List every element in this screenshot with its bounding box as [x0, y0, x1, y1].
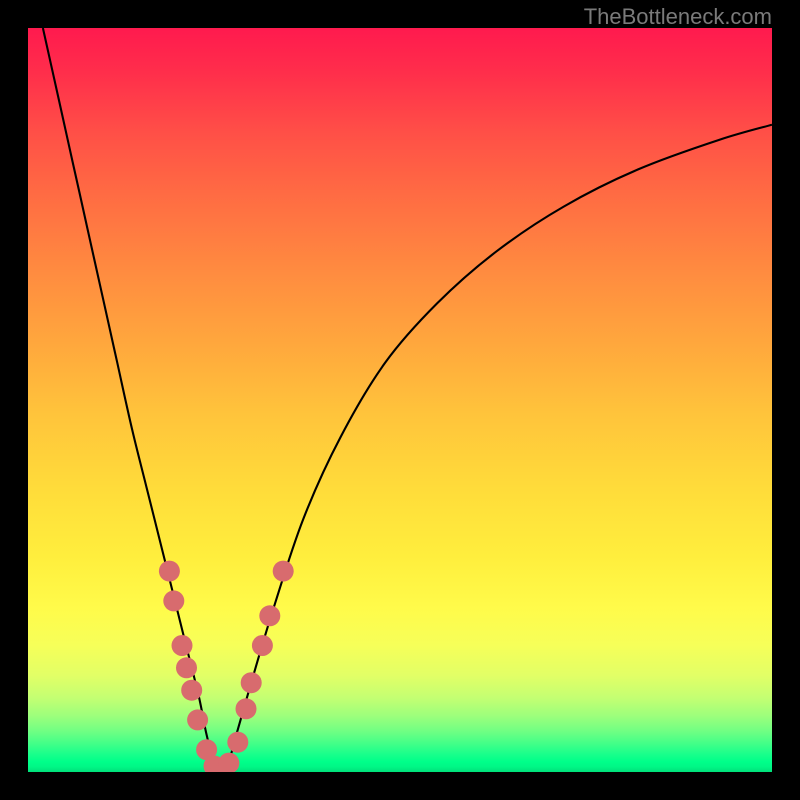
data-marker [218, 753, 239, 772]
data-marker [181, 680, 202, 701]
data-marker [252, 635, 273, 656]
plot-area [28, 28, 772, 772]
outer-frame: TheBottleneck.com [0, 0, 800, 800]
data-marker [273, 561, 294, 582]
data-marker [259, 605, 280, 626]
data-marker [241, 672, 262, 693]
data-marker [236, 698, 257, 719]
data-marker [227, 732, 248, 753]
data-marker [187, 709, 208, 730]
data-marker [159, 561, 180, 582]
watermark-text: TheBottleneck.com [584, 4, 772, 30]
chart-overlay [28, 28, 772, 772]
marker-layer [159, 561, 294, 772]
data-marker [176, 657, 197, 678]
bottleneck-curve [43, 28, 772, 771]
data-marker [163, 590, 184, 611]
data-marker [172, 635, 193, 656]
